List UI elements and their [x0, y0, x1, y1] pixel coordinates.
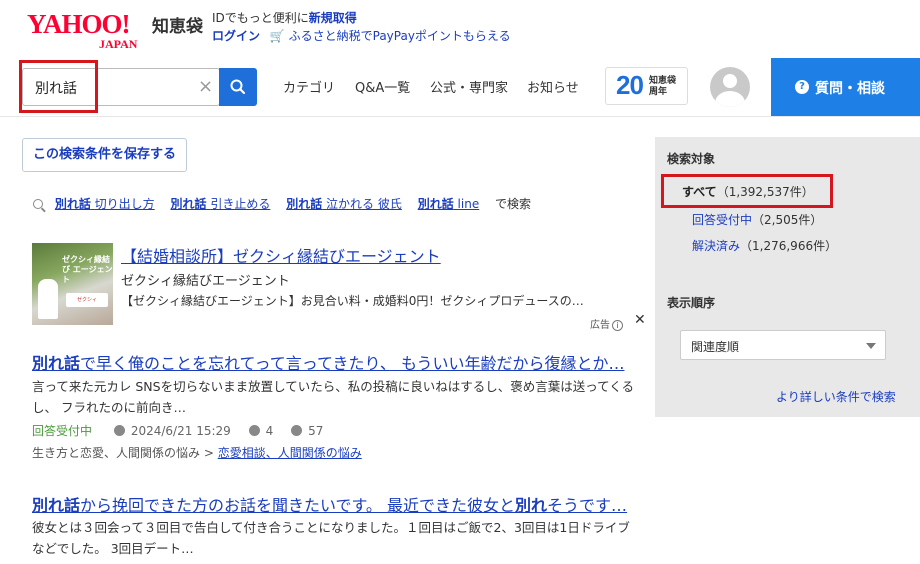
- ad-image-badge: ゼクシィ: [66, 293, 108, 307]
- signup-link[interactable]: 新規取得: [309, 11, 357, 25]
- filter-option-open[interactable]: 回答受付中（2,505件）: [692, 211, 822, 228]
- result-title[interactable]: 別れ話で早く俺のことを忘れてって言ってきたり、 もういい年齢だから復縁とか…: [32, 350, 637, 374]
- chevron-down-icon: [866, 343, 876, 349]
- site-name[interactable]: 知恵袋: [152, 12, 203, 37]
- furusato-link[interactable]: ふるさと納税でPayPayポイントもらえる: [289, 29, 511, 43]
- category-separator: >: [203, 446, 214, 460]
- avatar[interactable]: [710, 67, 750, 107]
- ask-question-label: 質問・相談: [815, 81, 885, 97]
- search-button[interactable]: [219, 68, 257, 106]
- related-search-link[interactable]: 別れ話 line: [418, 197, 480, 211]
- logo-subtext: JAPAN: [99, 37, 138, 51]
- ad-advertiser: ゼクシィ縁結びエージェント: [121, 274, 290, 289]
- anniversary-badge[interactable]: 20 知恵袋 周年: [605, 67, 688, 105]
- result-snippet: 言って来た元カレ SNSを切らないまま放置していたら、私の投稿に良いねはするし、…: [32, 379, 634, 415]
- result-meta: 回答受付中 2024/6/21 15:29 4 57: [32, 422, 323, 439]
- related-search-suffix: で検索: [495, 197, 532, 211]
- cart-icon: 🛒: [269, 29, 285, 43]
- info-icon: i: [612, 320, 623, 331]
- logo-wordmark: YAHOO!: [27, 9, 131, 39]
- related-searches: 別れ話 切り出し方 別れ話 引き止める 別れ話 泣かれる 彼氏 別れ話 line…: [33, 195, 531, 212]
- nav-category[interactable]: カテゴリ: [283, 77, 335, 96]
- result-title[interactable]: 別れ話から挽回できた方のお話を聞きたいです。 最近できた彼女と別れそうです…: [32, 492, 637, 516]
- search-icon: [33, 199, 43, 209]
- ad-label[interactable]: 広告 i: [590, 316, 623, 331]
- sort-order-select[interactable]: 関連度順: [680, 330, 886, 360]
- status-badge: 回答受付中: [32, 424, 93, 438]
- header-divider: [0, 116, 920, 117]
- nav-news[interactable]: お知らせ: [527, 77, 579, 96]
- answer-count-icon: [248, 425, 260, 436]
- ad-image[interactable]: ゼクシィ縁結び エージェント ゼクシィ: [32, 243, 113, 325]
- login-link[interactable]: ログイン: [212, 29, 260, 43]
- sort-order-value: 関連度順: [691, 340, 740, 354]
- eye-icon: [291, 425, 303, 436]
- result-category: 生き方と恋愛、人間関係の悩み > 恋愛相談、人間関係の悩み: [32, 444, 362, 461]
- ask-question-button[interactable]: ? 質問・相談: [771, 58, 920, 116]
- related-search-link[interactable]: 別れ話 切り出し方: [55, 197, 155, 211]
- search-target-heading: 検索対象: [667, 152, 716, 166]
- question-icon: ?: [795, 80, 809, 94]
- ad-description: 【ゼクシィ縁結びエージェント】お見合い料・成婚料0円！ゼクシィプロデュースの…: [121, 294, 584, 308]
- related-search-link[interactable]: 別れ話 泣かれる 彼氏: [286, 197, 402, 211]
- ad-close-icon[interactable]: ✕: [634, 312, 646, 328]
- anniversary-text: 知恵袋 周年: [649, 76, 677, 97]
- search-icon: [230, 79, 246, 95]
- filter-option-resolved[interactable]: 解決済み（1,276,966件）: [692, 237, 837, 254]
- clock-icon: [113, 425, 125, 436]
- yahoo-japan-logo[interactable]: YAHOO! JAPAN: [27, 9, 147, 51]
- search-highlight-box: [19, 60, 98, 113]
- nav-official-experts[interactable]: 公式・専門家: [430, 77, 508, 96]
- category-parent: 生き方と恋愛、人間関係の悩み: [32, 446, 201, 460]
- result-snippet: 彼女とは３回会って３回目で告白して付き合うことになりました。１回目はご飯で2、3…: [32, 520, 630, 556]
- clear-icon[interactable]: ×: [198, 76, 213, 97]
- answer-count: 4: [265, 424, 274, 438]
- category-link[interactable]: 恋愛相談、人間関係の悩み: [218, 446, 362, 460]
- save-search-condition-button[interactable]: この検索条件を保存する: [22, 138, 187, 172]
- post-date: 2024/6/21 15:29: [130, 424, 231, 438]
- ad-image-text: ゼクシィ縁結び エージェント: [62, 255, 113, 284]
- nav-qa-list[interactable]: Q&A一覧: [355, 77, 410, 96]
- view-count: 57: [308, 424, 324, 438]
- sort-order-heading: 表示順序: [667, 296, 716, 310]
- anniversary-number: 20: [616, 70, 644, 100]
- signup-promo-text: IDでもっと便利に: [212, 11, 309, 25]
- related-search-link[interactable]: 別れ話 引き止める: [171, 197, 271, 211]
- ad-title[interactable]: 【結婚相談所】ゼクシィ縁結びエージェント: [121, 243, 441, 267]
- login-promo: ログイン 🛒 ふるさと納税でPayPayポイントもらえる: [212, 27, 511, 44]
- advanced-search-link[interactable]: より詳しい条件で検索: [776, 388, 896, 405]
- signup-promo: IDでもっと便利に新規取得: [212, 9, 357, 26]
- filter-highlight-box: [661, 174, 833, 208]
